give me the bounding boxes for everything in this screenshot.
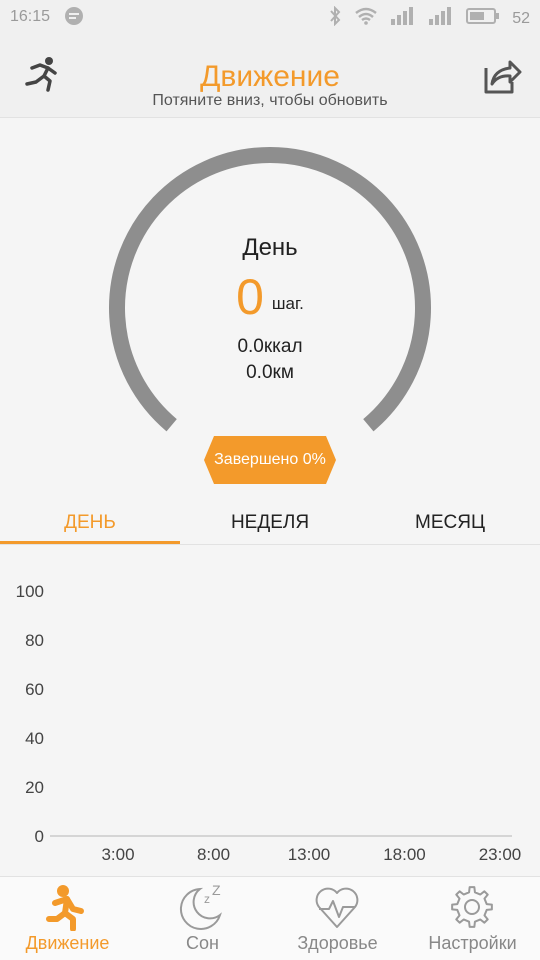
heart-pulse-icon: [313, 883, 361, 931]
calories-value: 0.0ккал: [237, 336, 303, 357]
nav-sleep[interactable]: z Z Сон: [135, 877, 270, 960]
nav-movement-label: Движение: [25, 933, 110, 953]
distance-value: 0.0км: [246, 362, 294, 383]
bluetooth-icon: [328, 5, 342, 31]
y-tick-label: 80: [25, 631, 44, 650]
battery-level: 52: [512, 9, 530, 27]
battery-icon: [466, 7, 500, 30]
period-label: День: [242, 234, 298, 261]
signal-icon: [428, 7, 454, 30]
x-tick-label: 23:00: [479, 845, 522, 864]
tab-month[interactable]: МЕСЯЦ: [360, 512, 540, 534]
chart-svg: 100 80 60 40 20 0 3:00 8:00 13:00 18:00 23:00: [16, 582, 522, 864]
nav-health-label: Здоровье: [297, 933, 378, 953]
y-tick-label: 0: [35, 827, 44, 846]
x-tick-label: 8:00: [197, 845, 230, 864]
app-header: Движение Потяните вниз, чтобы обновить: [0, 34, 540, 118]
running-icon: [43, 883, 91, 932]
moon-sleep-icon: z Z: [178, 882, 226, 931]
period-tabs: ДЕНЬ НЕДЕЛЯ МЕСЯЦ: [0, 500, 540, 545]
status-bar: 16:15 52: [0, 0, 540, 34]
tab-week[interactable]: НЕДЕЛЯ: [180, 512, 360, 534]
nav-sleep-label: Сон: [186, 933, 219, 953]
nav-movement[interactable]: Движение: [0, 877, 135, 960]
share-icon[interactable]: [478, 52, 524, 98]
completion-badge: Завершено 0%: [204, 436, 336, 484]
y-tick-label: 100: [16, 582, 44, 601]
svg-text:Z: Z: [212, 883, 221, 898]
svg-text:z: z: [204, 892, 210, 906]
nav-settings[interactable]: Настройки: [405, 877, 540, 960]
pull-to-refresh-hint: Потяните вниз, чтобы обновить: [152, 92, 388, 109]
y-tick-label: 20: [25, 778, 44, 797]
signal-icon: [390, 7, 416, 30]
tab-day[interactable]: ДЕНЬ: [0, 512, 180, 534]
steps-count: 0: [236, 269, 264, 325]
chat-icon: [64, 6, 84, 31]
x-tick-label: 13:00: [288, 845, 331, 864]
y-tick-label: 40: [25, 729, 44, 748]
bottom-navigation: Движение z Z Сон Здоровье Настройки: [0, 876, 540, 960]
steps-unit: шаг.: [271, 294, 304, 313]
x-tick-label: 3:00: [101, 845, 134, 864]
x-tick-label: 18:00: [383, 845, 426, 864]
steps-display: 0 шаг.: [0, 270, 540, 324]
gear-icon: [448, 883, 496, 931]
wifi-icon: [354, 7, 378, 30]
completion-label: Завершено 0%: [214, 451, 326, 468]
y-tick-label: 60: [25, 680, 44, 699]
nav-settings-label: Настройки: [428, 933, 517, 953]
daily-summary-ring: День 0 шаг. 0.0ккал 0.0км Завершено 0%: [0, 118, 540, 498]
nav-health[interactable]: Здоровье: [270, 877, 405, 960]
active-tab-indicator: [0, 541, 180, 544]
page-title: Движение: [200, 60, 340, 93]
status-time: 16:15: [10, 8, 51, 25]
activity-chart: 100 80 60 40 20 0 3:00 8:00 13:00 18:00 23:00: [0, 546, 540, 876]
